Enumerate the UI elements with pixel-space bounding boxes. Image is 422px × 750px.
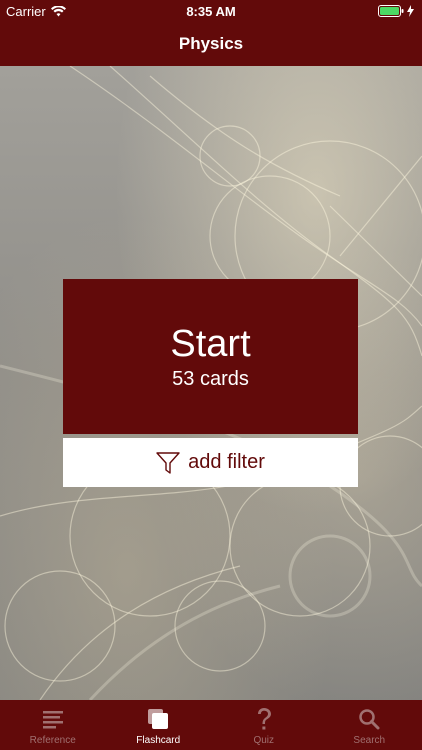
add-filter-button[interactable]: add filter [63, 438, 358, 487]
start-label: Start [170, 323, 251, 365]
charging-icon [407, 5, 414, 17]
status-right [378, 5, 414, 17]
battery-icon [378, 5, 404, 17]
start-button[interactable]: Start 53 cards [63, 279, 358, 434]
navigation-bar: Physics [0, 22, 422, 66]
cards-icon [145, 706, 171, 732]
search-icon [356, 706, 382, 732]
tab-quiz-label: Quiz [253, 735, 275, 746]
tab-flashcard[interactable]: Flashcard [106, 700, 212, 750]
status-bar: Carrier 8:35 AM [0, 0, 422, 22]
add-filter-label: add filter [188, 451, 265, 473]
tab-reference-label: Reference [29, 735, 76, 746]
list-icon [40, 706, 66, 732]
filter-icon [156, 451, 180, 474]
tab-flashcard-label: Flashcard [136, 735, 181, 746]
tab-quiz[interactable]: Quiz [211, 700, 317, 750]
page-title: Physics [178, 34, 244, 53]
question-icon [251, 706, 277, 732]
tab-reference[interactable]: Reference [0, 700, 106, 750]
card-count: 53 cards [172, 368, 249, 390]
tab-bar: Reference Flashcard Quiz Search [0, 700, 422, 750]
status-time: 8:35 AM [186, 4, 236, 19]
tab-search-label: Search [353, 735, 386, 746]
tab-search[interactable]: Search [317, 700, 422, 750]
